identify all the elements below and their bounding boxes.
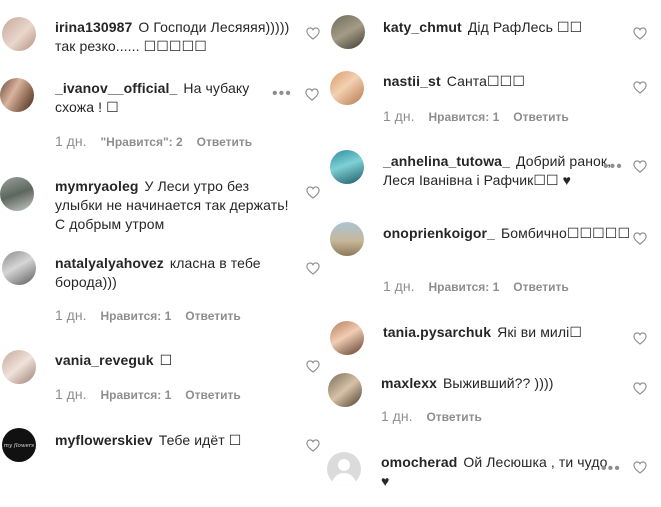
comment-meta: 1 дн. Нравится: 1 Ответить — [55, 386, 241, 402]
svg-text:my flowers: my flowers — [4, 443, 35, 449]
comment-body: Выживший?? )))) — [442, 375, 554, 391]
comment-username[interactable]: onoprienkoigor_ — [383, 225, 495, 241]
comment-text: onoprienkoigor_ Бомбично☐☐☐☐☐ — [383, 224, 633, 243]
heart-icon[interactable] — [633, 461, 647, 474]
comment-meta: 1 дн. "Нравится": 2 Ответить — [55, 133, 252, 149]
comment-username[interactable]: irina130987 — [55, 19, 132, 35]
avatar[interactable]: my flowers — [2, 428, 36, 462]
reply-button[interactable]: Ответить — [197, 135, 252, 149]
comment-time: 1 дн. — [55, 133, 87, 149]
avatar[interactable] — [0, 78, 34, 112]
comment-text: nastii_st Санта☐☐☐ — [383, 72, 633, 91]
heart-icon[interactable] — [633, 27, 647, 40]
heart-icon[interactable] — [305, 88, 319, 101]
comment-username[interactable]: maxlexx — [381, 375, 437, 391]
comment-body: Дід РафЛесь ☐☐ — [467, 19, 583, 35]
reply-button[interactable]: Ответить — [513, 110, 568, 124]
avatar[interactable] — [330, 222, 364, 256]
comment-body: ☐ — [159, 352, 173, 368]
likes-count[interactable]: Нравится: 1 — [100, 388, 171, 402]
more-options-icon[interactable]: ••• — [601, 461, 621, 477]
comment-time: 1 дн. — [55, 307, 87, 323]
comment-username[interactable]: mymryaoleg — [55, 178, 138, 194]
reply-button[interactable]: Ответить — [513, 280, 568, 294]
comment-text: katy_chmut Дід РафЛесь ☐☐ — [383, 18, 633, 37]
avatar[interactable] — [2, 251, 36, 285]
heart-icon[interactable] — [633, 160, 647, 173]
comment-text: mymryaoleg У Леси утро без улыбки не начи… — [55, 177, 295, 234]
comment-username[interactable]: natalyalyahovez — [55, 255, 164, 271]
reply-button[interactable]: Ответить — [426, 410, 481, 424]
comment-username[interactable]: _ivanov__official_ — [55, 80, 177, 96]
avatar[interactable] — [2, 350, 36, 384]
heart-icon[interactable] — [633, 382, 647, 395]
likes-count[interactable]: "Нравится": 2 — [100, 135, 182, 149]
comment-username[interactable]: myflowerskiev — [55, 432, 153, 448]
comment-body: Тебе идёт ☐ — [158, 432, 242, 448]
comment-meta: 1 дн. Ответить — [381, 408, 482, 424]
comment-time: 1 дн. — [383, 278, 415, 294]
more-options-icon[interactable]: ••• — [272, 86, 292, 102]
comment-text: natalyalyahovez класна в тебе борода))) — [55, 254, 295, 292]
comment-time: 1 дн. — [55, 386, 87, 402]
comment-text: irina130987 О Господи Лесяяяя))))) так ре… — [55, 18, 295, 56]
avatar[interactable] — [330, 71, 364, 105]
comment-body: Бомбично☐☐☐☐☐ — [500, 225, 631, 241]
comment-body: Які ви милі☐ — [497, 324, 582, 340]
avatar[interactable] — [330, 321, 364, 355]
comment-username[interactable]: katy_chmut — [383, 19, 462, 35]
avatar[interactable] — [0, 177, 34, 211]
heart-icon[interactable] — [633, 332, 647, 345]
avatar[interactable] — [2, 17, 36, 51]
comment-username[interactable]: nastii_st — [383, 73, 441, 89]
likes-count[interactable]: Нравится: 1 — [428, 280, 499, 294]
more-options-icon[interactable]: ••• — [603, 159, 623, 175]
comment-text: myflowerskiev Тебе идёт ☐ — [55, 431, 295, 450]
comment-text: omocherad Ой Лесюшка , ти чудо ♥ — [381, 453, 616, 491]
comment-text: _anhelina_tutowa_ Добрий ранок, Леся Іван… — [383, 152, 623, 190]
heart-icon[interactable] — [306, 360, 320, 373]
logo-icon: my flowers — [4, 443, 35, 449]
reply-button[interactable]: Ответить — [185, 388, 240, 402]
reply-button[interactable]: Ответить — [185, 309, 240, 323]
default-avatar-icon — [338, 459, 350, 471]
comment-meta: 1 дн. Нравится: 1 Ответить — [55, 307, 241, 323]
heart-icon[interactable] — [306, 262, 320, 275]
heart-icon[interactable] — [633, 81, 647, 94]
avatar[interactable] — [330, 150, 364, 184]
heart-icon[interactable] — [306, 439, 320, 452]
heart-icon[interactable] — [633, 232, 647, 245]
comment-text: _ivanov__official_ На чубаку схожа ! ☐ — [55, 79, 275, 117]
comment-text: maxlexx Выживший?? )))) — [381, 374, 631, 393]
heart-icon[interactable] — [306, 186, 320, 199]
comment-meta: 1 дн. Нравится: 1 Ответить — [383, 278, 569, 294]
comment-time: 1 дн. — [381, 408, 413, 424]
avatar[interactable] — [328, 373, 362, 407]
likes-count[interactable]: Нравится: 1 — [100, 309, 171, 323]
comment-body: Санта☐☐☐ — [446, 73, 525, 89]
likes-count[interactable]: Нравится: 1 — [428, 110, 499, 124]
heart-icon[interactable] — [306, 27, 320, 40]
comment-text: vania_reveguk ☐ — [55, 351, 295, 370]
avatar[interactable] — [331, 15, 365, 49]
comment-username[interactable]: tania.pysarchuk — [383, 324, 491, 340]
comment-username[interactable]: vania_reveguk — [55, 352, 154, 368]
comment-meta: 1 дн. Нравится: 1 Ответить — [383, 108, 569, 124]
comment-text: tania.pysarchuk Які ви милі☐ — [383, 323, 633, 342]
comment-time: 1 дн. — [383, 108, 415, 124]
comment-username[interactable]: omocherad — [381, 454, 457, 470]
avatar[interactable] — [327, 452, 361, 486]
comment-username[interactable]: _anhelina_tutowa_ — [383, 153, 510, 169]
